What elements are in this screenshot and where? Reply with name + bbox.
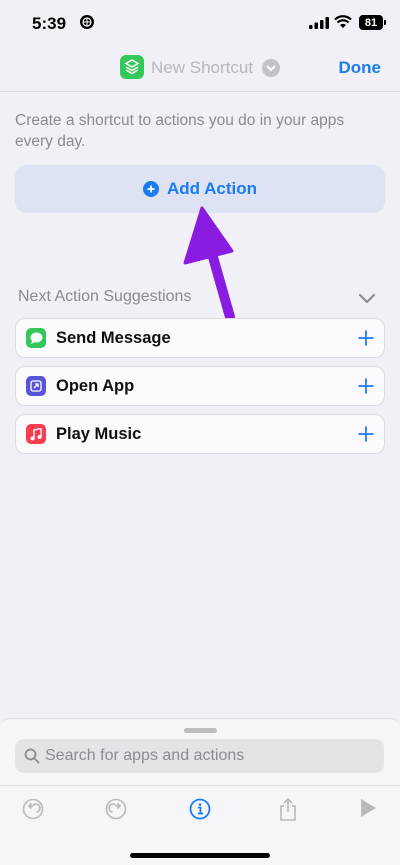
undo-icon[interactable] bbox=[22, 798, 44, 820]
sheet-grabber[interactable] bbox=[184, 728, 217, 733]
messages-icon bbox=[26, 328, 46, 348]
suggestion-label: Play Music bbox=[56, 425, 142, 443]
wifi-icon bbox=[334, 15, 352, 28]
shortcuts-glyph-icon bbox=[124, 59, 140, 75]
suggestion-send-message[interactable]: Send Message bbox=[15, 318, 385, 358]
search-icon bbox=[24, 748, 40, 764]
location-icon bbox=[80, 15, 94, 29]
battery-indicator: 81 bbox=[359, 15, 386, 30]
shortcuts-app-icon[interactable] bbox=[120, 55, 144, 79]
add-plus-icon[interactable] bbox=[358, 378, 374, 394]
nav-bar: New Shortcut Done bbox=[0, 48, 400, 90]
share-icon[interactable] bbox=[278, 798, 298, 822]
done-button[interactable]: Done bbox=[339, 58, 382, 78]
collapse-chevron-icon[interactable] bbox=[358, 293, 376, 304]
add-action-label: Add Action bbox=[166, 179, 258, 198]
add-circle-icon bbox=[142, 181, 159, 197]
play-icon[interactable] bbox=[359, 798, 377, 818]
suggestions-header: Next Action Suggestions bbox=[18, 288, 192, 305]
toolbar-divider bbox=[0, 785, 400, 786]
suggestion-open-app[interactable]: Open App bbox=[15, 366, 385, 406]
add-plus-icon[interactable] bbox=[358, 330, 374, 346]
status-bar: 5:39 81 bbox=[0, 0, 400, 48]
open-app-icon bbox=[26, 376, 46, 396]
home-indicator[interactable] bbox=[130, 853, 270, 858]
search-input[interactable]: Search for apps and actions bbox=[15, 739, 384, 773]
status-time: 5:39 bbox=[32, 14, 67, 33]
add-plus-icon[interactable] bbox=[358, 426, 374, 442]
cellular-signal-icon bbox=[309, 17, 329, 29]
music-icon bbox=[26, 424, 46, 444]
suggestion-label: Open App bbox=[56, 377, 135, 395]
suggestion-play-music[interactable]: Play Music bbox=[15, 414, 385, 454]
battery-level: 81 bbox=[364, 16, 378, 29]
search-placeholder: Search for apps and actions bbox=[45, 747, 245, 764]
intro-text: Create a shortcut to actions you do in y… bbox=[15, 112, 345, 150]
action-search-panel: Search for apps and actions bbox=[0, 718, 400, 865]
header-divider bbox=[0, 91, 400, 92]
page-title[interactable]: New Shortcut bbox=[151, 58, 253, 78]
info-icon[interactable] bbox=[189, 798, 211, 820]
redo-icon[interactable] bbox=[105, 798, 127, 820]
suggestion-label: Send Message bbox=[56, 329, 171, 347]
title-menu-chevron-icon[interactable] bbox=[262, 59, 280, 77]
